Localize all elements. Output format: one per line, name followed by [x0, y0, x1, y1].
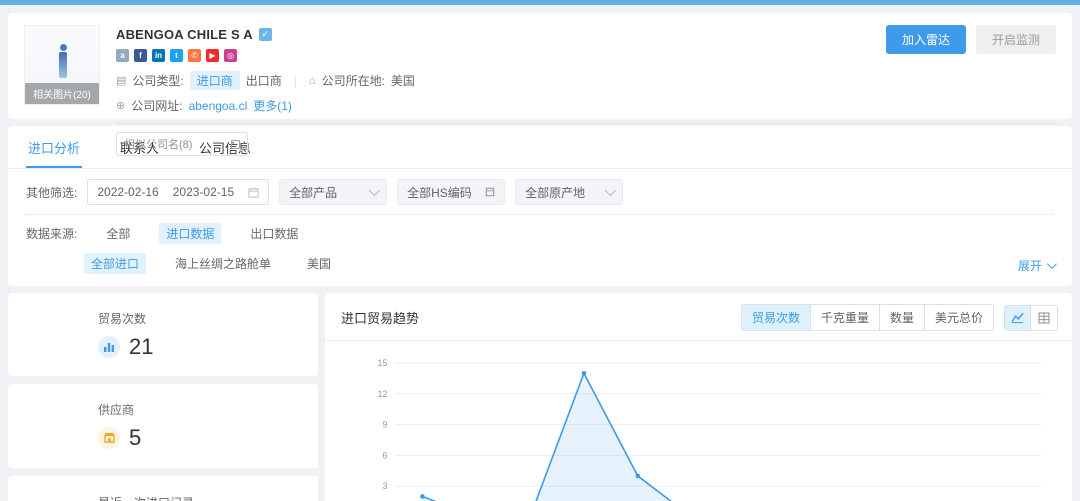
sub-option-all-import[interactable]: 全部进口 — [84, 253, 146, 274]
globe-icon: ⊕ — [116, 99, 125, 112]
stat-value: 5 — [129, 425, 141, 451]
twitter-icon[interactable]: t — [170, 49, 183, 62]
chart-body: 036912152022-032022-042022-052022-062022… — [325, 341, 1072, 501]
chart-type-toggle-group — [1004, 305, 1058, 331]
linkedin-icon[interactable]: in — [152, 49, 165, 62]
date-range-picker[interactable]: 2022-02-16 2023-02-15 — [87, 179, 269, 205]
hs-code-panel-icon — [485, 187, 495, 197]
add-radar-button[interactable]: 加入雷达 — [886, 25, 966, 54]
divider: | — [294, 74, 297, 88]
expand-toggle[interactable]: 展开 — [1018, 257, 1054, 274]
stat-card-last-import: 最近一次进口记录 2023-02-10 — [8, 476, 318, 501]
hs-code-select[interactable]: 全部HS编码 — [397, 179, 505, 205]
similar-companies-label: 相似公司名(8) — [124, 136, 192, 152]
source-option-all[interactable]: 全部 — [99, 223, 137, 244]
instagram-icon[interactable]: ◎ — [224, 49, 237, 62]
trend-line-chart[interactable]: 036912152022-032022-042022-052022-062022… — [333, 349, 1064, 501]
svg-text:9: 9 — [382, 420, 387, 430]
youtube-icon[interactable]: ▶ — [206, 49, 219, 62]
company-verified-icon[interactable]: ✓ — [259, 28, 272, 41]
chevron-down-icon — [369, 185, 380, 196]
company-type-importer[interactable]: 进口商 — [190, 71, 240, 90]
filter-row: 其他筛选: 2022-02-16 2023-02-15 全部产品 全部HS编码 … — [8, 169, 1072, 214]
website-link[interactable]: abengoa.cl — [189, 99, 248, 113]
location-value: 美国 — [391, 72, 415, 89]
facebook-icon[interactable]: f — [134, 49, 147, 62]
chart-title: 进口贸易趋势 — [341, 308, 419, 327]
content: 贸易次数 21 供应商 5 最近一次进口记录 — [8, 293, 1072, 501]
svg-text:12: 12 — [377, 389, 387, 399]
source-option-import[interactable]: 进口数据 — [159, 223, 221, 244]
store-icon — [98, 427, 120, 449]
start-monitor-button[interactable]: 开启监测 — [976, 25, 1056, 54]
stat-label: 最近一次进口记录 — [98, 494, 318, 501]
data-source-block: 数据来源: 全部 进口数据 出口数据 全部进口 海上丝绸之路舱单 美国 展开 — [8, 215, 1072, 286]
stat-card-suppliers: 供应商 5 — [8, 384, 318, 467]
filter-label: 其他筛选: — [26, 184, 77, 201]
svg-text:3: 3 — [382, 481, 387, 491]
sub-option-silkroad[interactable]: 海上丝绸之路舱单 — [168, 253, 278, 274]
origin-select-value: 全部原产地 — [525, 184, 585, 201]
trend-chart-card: 进口贸易趋势 贸易次数 千克重量 数量 美元总价 — [325, 293, 1072, 501]
dotted-divider — [116, 123, 1056, 124]
website-label: 公司网址: — [131, 97, 182, 114]
source-option-export[interactable]: 出口数据 — [243, 223, 305, 244]
toggle-trade-count[interactable]: 贸易次数 — [742, 305, 811, 330]
company-header-card: 相关图片(20) ABENGOA CHILE S A ✓ afint✆▶◎ ▤ … — [8, 13, 1072, 119]
related-images-label[interactable]: 相关图片(20) — [25, 83, 99, 104]
toggle-quantity[interactable]: 数量 — [880, 305, 925, 330]
metric-toggle-group: 贸易次数 千克重量 数量 美元总价 — [741, 304, 994, 331]
location-icon: ⌂ — [309, 75, 316, 87]
calendar-icon — [248, 187, 259, 198]
company-type-exporter[interactable]: 出口商 — [246, 72, 282, 89]
stat-value: 21 — [129, 334, 153, 360]
hs-code-select-value: 全部HS编码 — [407, 184, 472, 201]
tab-import-analysis[interactable]: 进口分析 — [26, 126, 82, 168]
company-type-icon: ▤ — [116, 74, 126, 87]
company-name: ABENGOA CHILE S A — [116, 27, 253, 42]
data-source-label: 数据来源: — [26, 225, 77, 242]
svg-text:15: 15 — [377, 358, 387, 368]
toggle-weight-kg[interactable]: 千克重量 — [811, 305, 880, 330]
stats-column: 贸易次数 21 供应商 5 最近一次进口记录 — [8, 293, 318, 501]
stat-label: 供应商 — [98, 401, 318, 418]
bar-chart-icon — [98, 336, 120, 358]
chevron-down-icon — [605, 185, 616, 196]
phone-icon[interactable]: ✆ — [188, 49, 201, 62]
date-start[interactable]: 2022-02-16 — [97, 185, 158, 199]
sub-option-us[interactable]: 美国 — [300, 253, 338, 274]
product-select-value: 全部产品 — [289, 184, 337, 201]
expand-label: 展开 — [1018, 257, 1042, 274]
stat-label: 贸易次数 — [98, 310, 318, 327]
more-websites-link[interactable]: 更多(1) — [253, 97, 292, 114]
alibaba-icon[interactable]: a — [116, 49, 129, 62]
product-select[interactable]: 全部产品 — [279, 179, 387, 205]
toggle-usd-total[interactable]: 美元总价 — [925, 305, 993, 330]
person-illustration-icon — [59, 44, 67, 78]
svg-text:6: 6 — [382, 450, 387, 460]
location-label: 公司所在地: — [322, 72, 385, 89]
company-photo[interactable]: 相关图片(20) — [24, 25, 100, 105]
stat-card-trade-count: 贸易次数 21 — [8, 293, 318, 376]
company-type-label: 公司类型: — [132, 72, 183, 89]
chevron-down-icon — [1047, 259, 1057, 269]
origin-select[interactable]: 全部原产地 — [515, 179, 623, 205]
page: 相关图片(20) ABENGOA CHILE S A ✓ afint✆▶◎ ▤ … — [0, 5, 1080, 501]
expand-panel-icon — [231, 140, 240, 149]
table-view-icon[interactable] — [1031, 306, 1057, 330]
similar-companies-select[interactable]: 相似公司名(8) — [116, 132, 248, 156]
line-chart-icon[interactable] — [1005, 306, 1031, 330]
date-end[interactable]: 2023-02-15 — [173, 185, 234, 199]
